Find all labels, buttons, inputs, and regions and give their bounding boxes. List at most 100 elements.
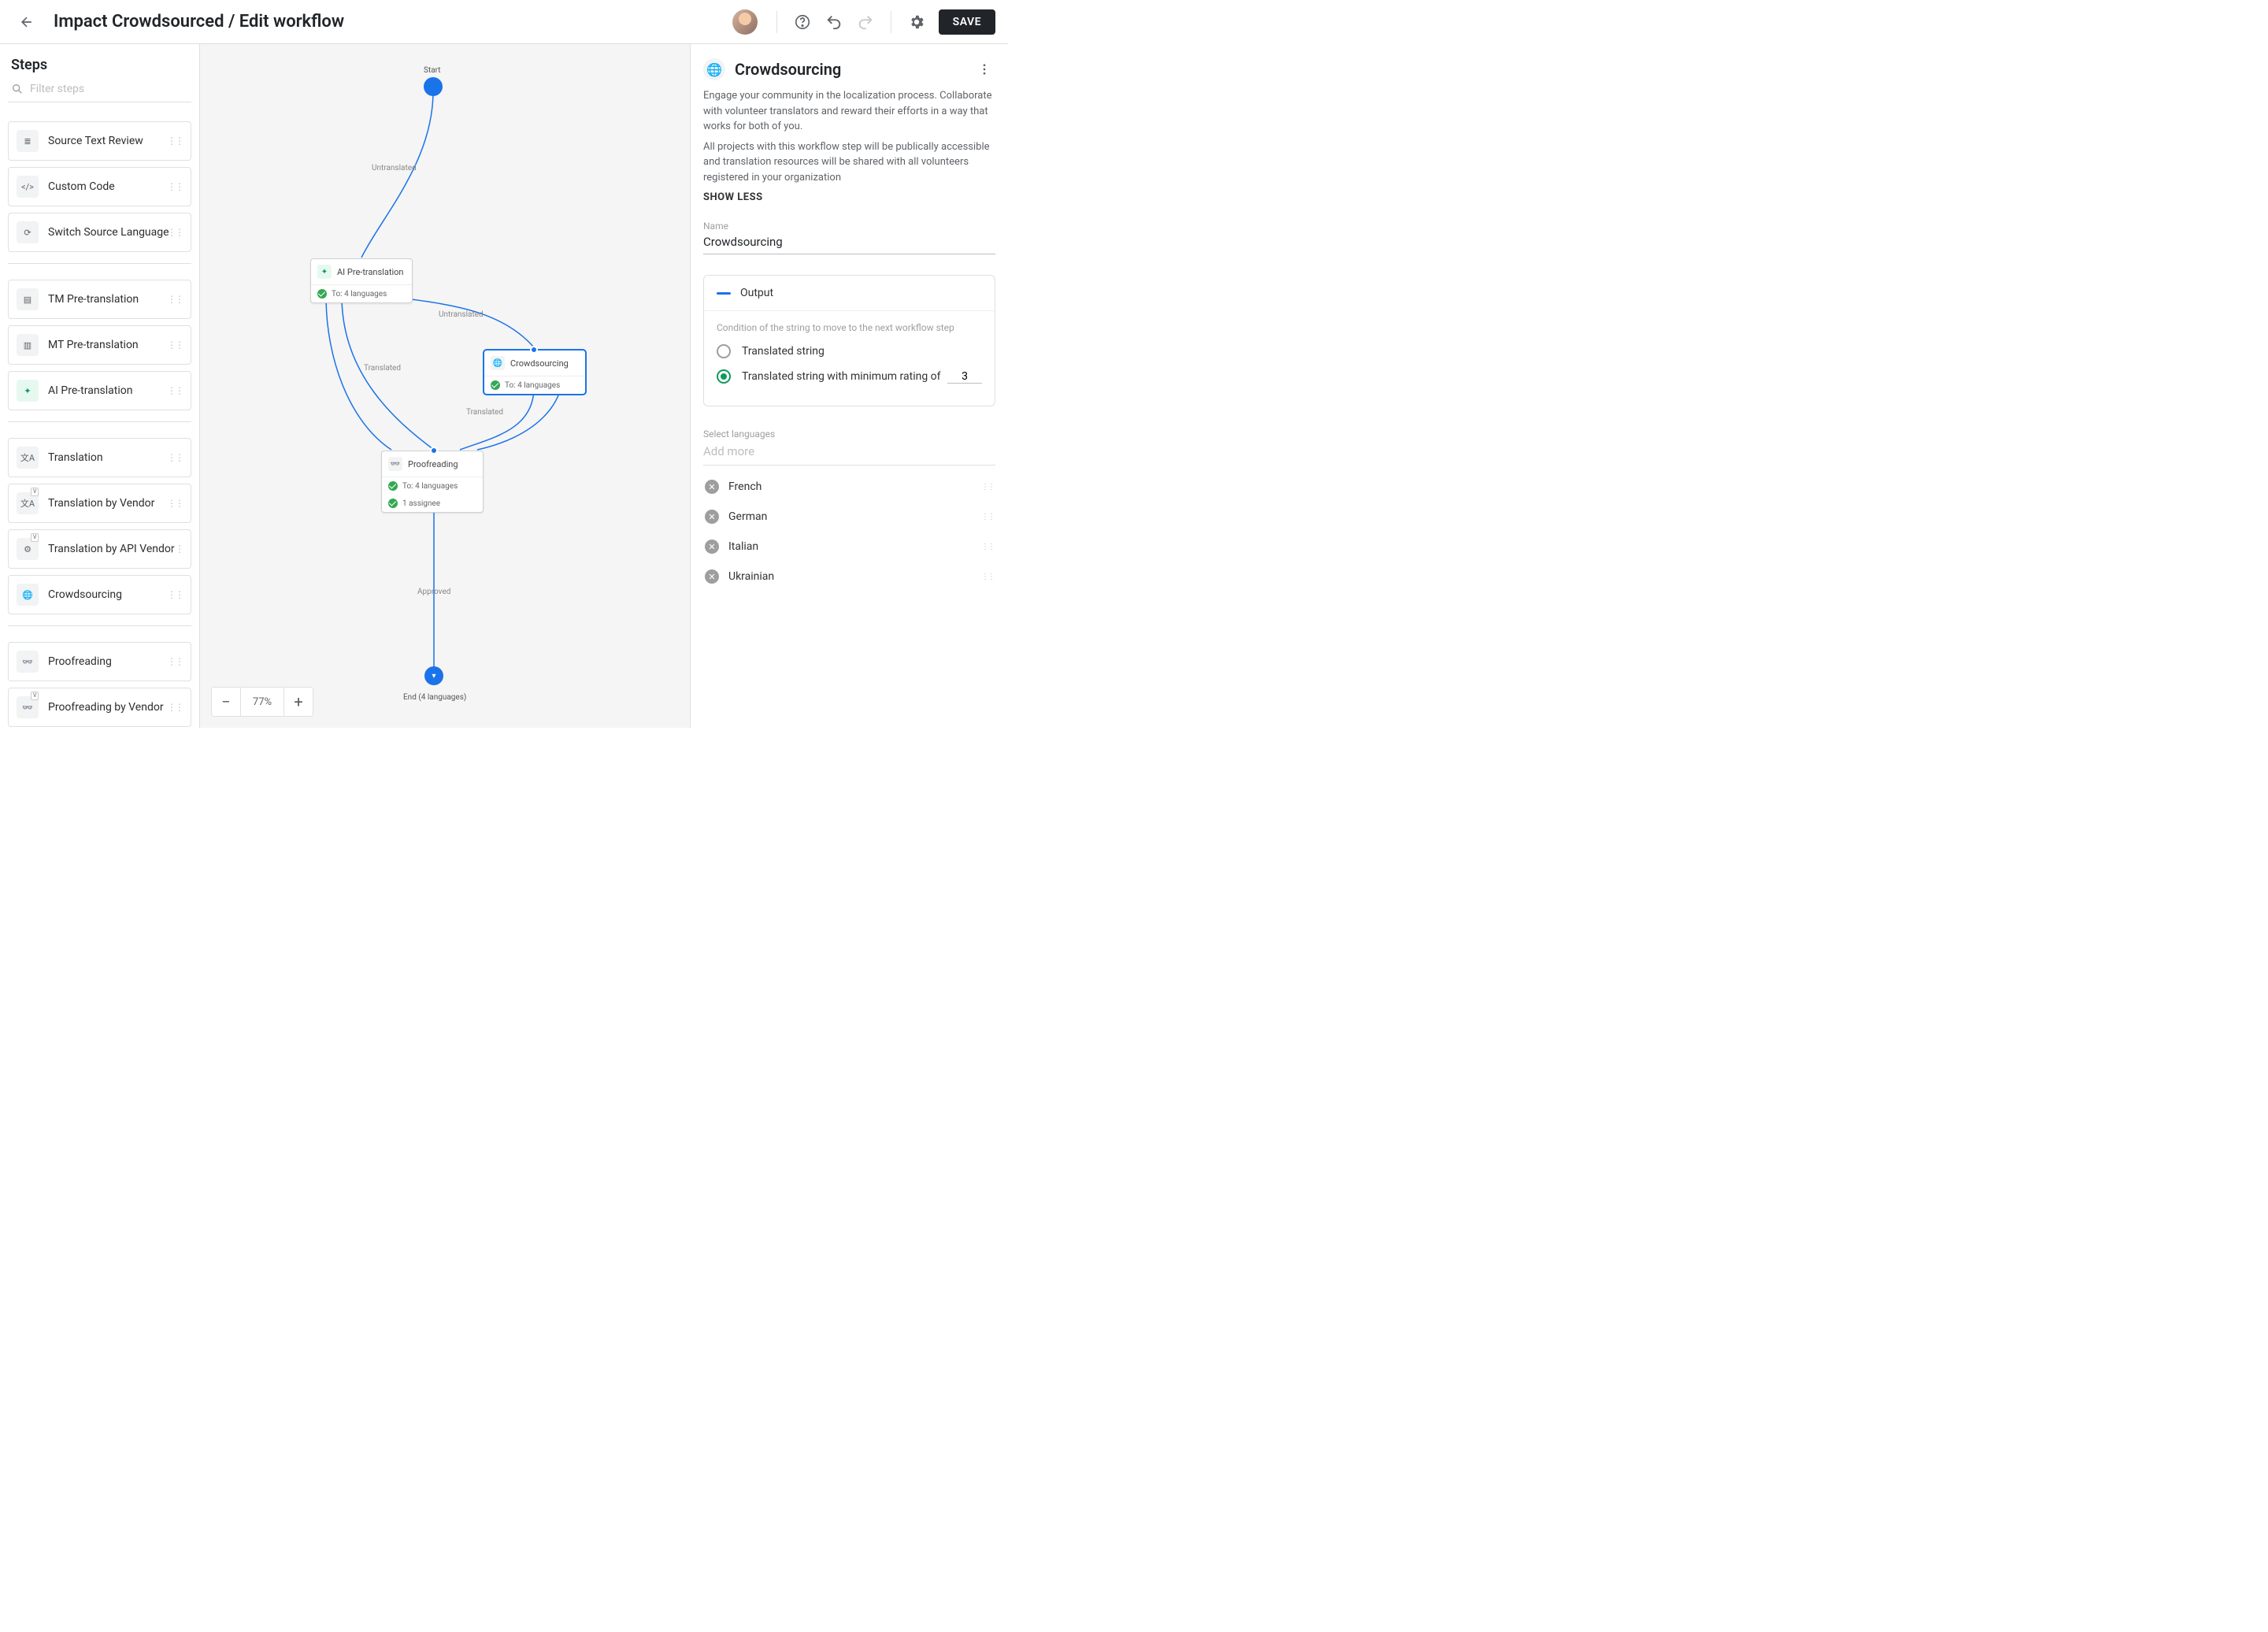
drag-handle-icon[interactable]: [167, 705, 183, 710]
panel-title: Crowdsourcing: [735, 60, 973, 79]
drag-handle-icon[interactable]: [167, 184, 183, 189]
step-label: TM Pre-translation: [48, 293, 139, 306]
drag-handle-icon[interactable]: [981, 485, 994, 489]
globe-icon: 🌐: [703, 58, 725, 80]
redo-button[interactable]: [850, 6, 881, 38]
check-icon: [317, 289, 327, 299]
drag-handle-icon[interactable]: [981, 545, 994, 549]
node-sub: 1 assignee: [402, 499, 440, 508]
panel-menu-button[interactable]: [973, 58, 995, 80]
edges-layer: [200, 44, 690, 728]
drag-handle-icon[interactable]: [167, 139, 183, 143]
step-switch-source-language[interactable]: ⟳Switch Source Language: [8, 213, 191, 252]
back-button[interactable]: [13, 8, 41, 36]
check-icon: [388, 499, 398, 508]
arrow-left-icon: [19, 14, 35, 30]
step-mt-pre-translation[interactable]: ▥MT Pre-translation: [8, 325, 191, 365]
vendor-badge: V: [31, 533, 39, 542]
xa-icon: 文A: [17, 447, 39, 469]
drag-handle-icon[interactable]: [167, 659, 183, 664]
step-ai-pre-translation[interactable]: ✦ AI Pre-translation: [8, 371, 191, 410]
rating-input[interactable]: [947, 370, 982, 384]
edge-label-approved: Approved: [417, 588, 450, 596]
remove-language-button[interactable]: ✕: [705, 510, 719, 524]
output-title: Output: [740, 287, 773, 299]
radio-translated-string[interactable]: Translated string: [717, 344, 982, 358]
output-condition-hint: Condition of the string to move to the n…: [717, 322, 982, 333]
tm-icon: ▤: [17, 288, 39, 310]
add-language-input[interactable]: Add more: [703, 441, 995, 465]
radio-icon: [717, 344, 731, 358]
step-proofreading-by-vendor[interactable]: 👓VProofreading by Vendor: [8, 688, 191, 727]
step-label: Custom Code: [48, 180, 115, 193]
step-crowdsourcing[interactable]: 🌐Crowdsourcing: [8, 575, 191, 614]
step-custom-code[interactable]: </>Custom Code: [8, 167, 191, 206]
language-name: Ukrainian: [728, 570, 774, 583]
filter-steps-input[interactable]: [30, 83, 188, 95]
check-icon: [491, 380, 500, 390]
node-proofreading[interactable]: 👓Proofreading To: 4 languages 1 assignee: [381, 451, 484, 513]
remove-language-button[interactable]: ✕: [705, 480, 719, 494]
gear-icon: [908, 13, 925, 31]
end-node[interactable]: ▾: [424, 666, 443, 685]
edge-label-translated2: Translated: [466, 408, 503, 417]
drag-handle-icon[interactable]: [167, 297, 183, 302]
name-field[interactable]: Crowdsourcing: [703, 235, 995, 254]
steps-sidebar: Steps ≣Source Text Review</>Custom Code⟳…: [0, 44, 200, 728]
zoom-out-button[interactable]: −: [212, 688, 240, 716]
settings-button[interactable]: [901, 6, 932, 38]
drag-handle-icon[interactable]: [167, 343, 183, 347]
language-name: French: [728, 480, 762, 493]
step-label: Translation by API Vendor: [48, 543, 175, 555]
save-button[interactable]: SAVE: [939, 9, 995, 35]
node-title: AI Pre-translation: [337, 267, 403, 277]
remove-language-button[interactable]: ✕: [705, 540, 719, 554]
node-crowdsourcing[interactable]: 🌐Crowdsourcing To: 4 languages: [484, 350, 586, 395]
step-tm-pre-translation[interactable]: ▤ TM Pre-translation: [8, 280, 191, 319]
step-source-text-review[interactable]: ≣Source Text Review: [8, 121, 191, 161]
avatar[interactable]: [732, 9, 758, 35]
details-panel: 🌐 Crowdsourcing Engage your community in…: [690, 44, 1008, 728]
undo-button[interactable]: [818, 6, 850, 38]
radio-label: Translated string with minimum rating of: [742, 370, 941, 383]
panel-desc-2: All projects with this workflow step wil…: [703, 139, 995, 186]
show-less-toggle[interactable]: SHOW LESS: [703, 191, 995, 203]
edge-label-untranslated2: Untranslated: [439, 310, 484, 319]
help-button[interactable]: [787, 6, 818, 38]
drag-handle-icon[interactable]: [981, 515, 994, 519]
drag-handle-icon[interactable]: [167, 501, 183, 506]
language-name: Italian: [728, 540, 758, 553]
ai-icon: ✦: [17, 380, 39, 402]
port-in[interactable]: [430, 447, 438, 454]
output-indicator-icon: [717, 292, 731, 295]
node-sub: To: 4 languages: [332, 290, 387, 299]
step-translation-by-vendor[interactable]: 文AVTranslation by Vendor: [8, 484, 191, 523]
radio-label: Translated string: [742, 345, 825, 358]
drag-handle-icon[interactable]: [167, 592, 183, 597]
drag-handle-icon[interactable]: [167, 455, 183, 460]
name-label: Name: [703, 221, 995, 232]
step-translation-by-api-vendor[interactable]: ⚙VTranslation by API Vendor: [8, 529, 191, 569]
start-node[interactable]: [424, 77, 443, 96]
radio-translated-rating[interactable]: Translated string with minimum rating of: [717, 369, 982, 384]
step-label: Proofreading: [48, 655, 112, 668]
drag-handle-icon[interactable]: [167, 230, 183, 235]
step-label: Source Text Review: [48, 135, 143, 147]
node-ai-pre-translation[interactable]: ✦AI Pre-translation To: 4 languages: [310, 258, 413, 303]
language-row: ✕German: [703, 502, 995, 532]
step-label: AI Pre-translation: [48, 384, 133, 397]
step-proofreading[interactable]: 👓 Proofreading: [8, 642, 191, 681]
zoom-in-button[interactable]: +: [284, 688, 313, 716]
languages-label: Select languages: [703, 428, 995, 440]
drag-handle-icon[interactable]: [167, 547, 183, 551]
step-translation[interactable]: 文ATranslation: [8, 438, 191, 477]
drag-handle-icon[interactable]: [981, 575, 994, 579]
page-title: Impact Crowdsourced / Edit workflow: [54, 12, 344, 32]
drag-handle-icon[interactable]: [167, 388, 183, 393]
language-row: ✕ Italian: [703, 532, 995, 562]
workflow-canvas[interactable]: Start Untranslated ✦AI Pre-translation T…: [200, 44, 690, 728]
remove-language-button[interactable]: ✕: [705, 569, 719, 584]
oo-icon: 👓: [17, 651, 39, 673]
check-icon: [388, 481, 398, 491]
port-in[interactable]: [530, 346, 538, 354]
